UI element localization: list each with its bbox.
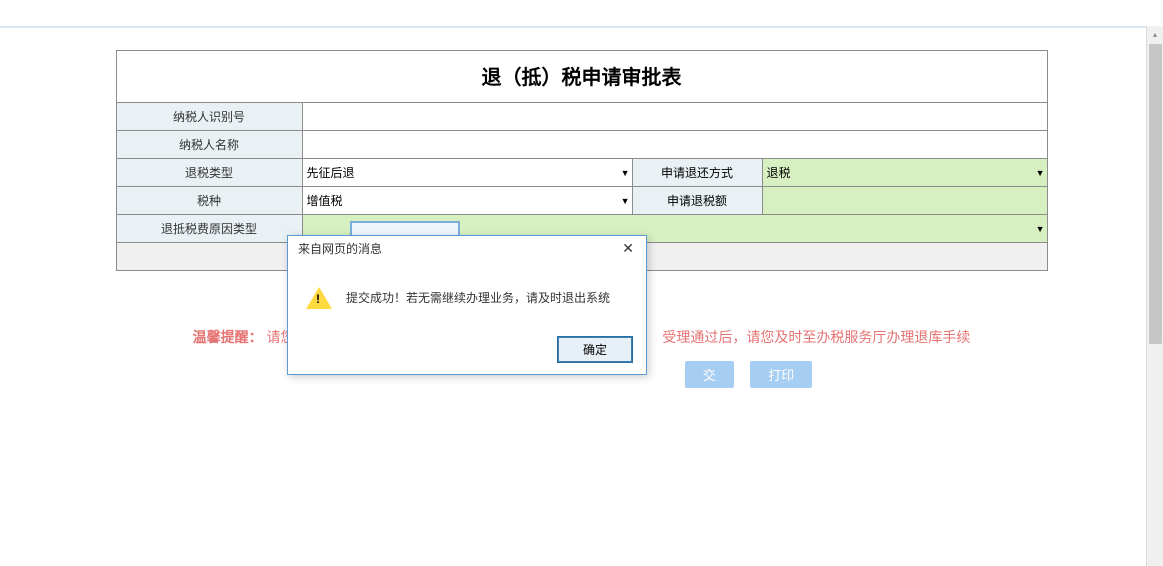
- dialog-message: 提交成功！若无需继续办理业务，请及时退出系统: [346, 290, 610, 307]
- reminder-label: 温馨提醒：: [193, 329, 263, 345]
- page-title: 退（抵）税申请审批表: [116, 50, 1048, 102]
- label-refund-reason: 退抵税费原因类型: [116, 215, 302, 243]
- label-refund-amount: 申请退税额: [632, 187, 762, 215]
- chevron-down-icon: ▼: [1036, 168, 1047, 178]
- label-taxpayer-id: 纳税人识别号: [116, 103, 302, 131]
- chevron-down-icon: ▼: [621, 196, 632, 206]
- tax-kind-text: 增值税: [307, 192, 343, 209]
- scroll-thumb[interactable]: [1149, 44, 1162, 344]
- input-refund-amount[interactable]: [762, 187, 1047, 215]
- label-tax-kind: 税种: [116, 187, 302, 215]
- refund-type-text: 先征后退: [307, 164, 355, 181]
- vertical-scrollbar[interactable]: ▴: [1146, 26, 1163, 566]
- value-taxpayer-id: [302, 103, 1047, 131]
- close-icon[interactable]: ✕: [618, 240, 638, 257]
- top-divider: [0, 26, 1163, 28]
- chevron-down-icon: ▼: [1036, 224, 1047, 234]
- label-return-method: 申请退还方式: [632, 159, 762, 187]
- ok-button[interactable]: 确定: [558, 337, 632, 362]
- print-button[interactable]: 打印: [750, 361, 812, 388]
- value-taxpayer-name: [302, 131, 1047, 159]
- dialog-body: 提交成功！若无需继续办理业务，请及时退出系统: [288, 261, 646, 329]
- dialog-header: 来自网页的消息 ✕: [288, 236, 646, 261]
- select-refund-type[interactable]: 先征后退 ▼: [302, 159, 632, 187]
- select-tax-kind[interactable]: 增值税 ▼: [302, 187, 632, 215]
- submit-button[interactable]: 交: [685, 361, 734, 388]
- return-method-text: 退税: [767, 164, 791, 181]
- scroll-up-icon[interactable]: ▴: [1147, 26, 1163, 43]
- chevron-down-icon: ▼: [621, 168, 632, 178]
- label-taxpayer-name: 纳税人名称: [116, 131, 302, 159]
- dialog-title: 来自网页的消息: [298, 240, 382, 257]
- label-refund-type: 退税类型: [116, 159, 302, 187]
- reminder-right: 受理通过后，请您及时至办税服务厅办理退库手续: [662, 329, 970, 345]
- select-return-method[interactable]: 退税 ▼: [762, 159, 1047, 187]
- message-dialog: 来自网页的消息 ✕ 提交成功！若无需继续办理业务，请及时退出系统 确定: [287, 235, 647, 375]
- dialog-footer: 确定: [288, 329, 646, 374]
- warning-icon: [306, 287, 332, 309]
